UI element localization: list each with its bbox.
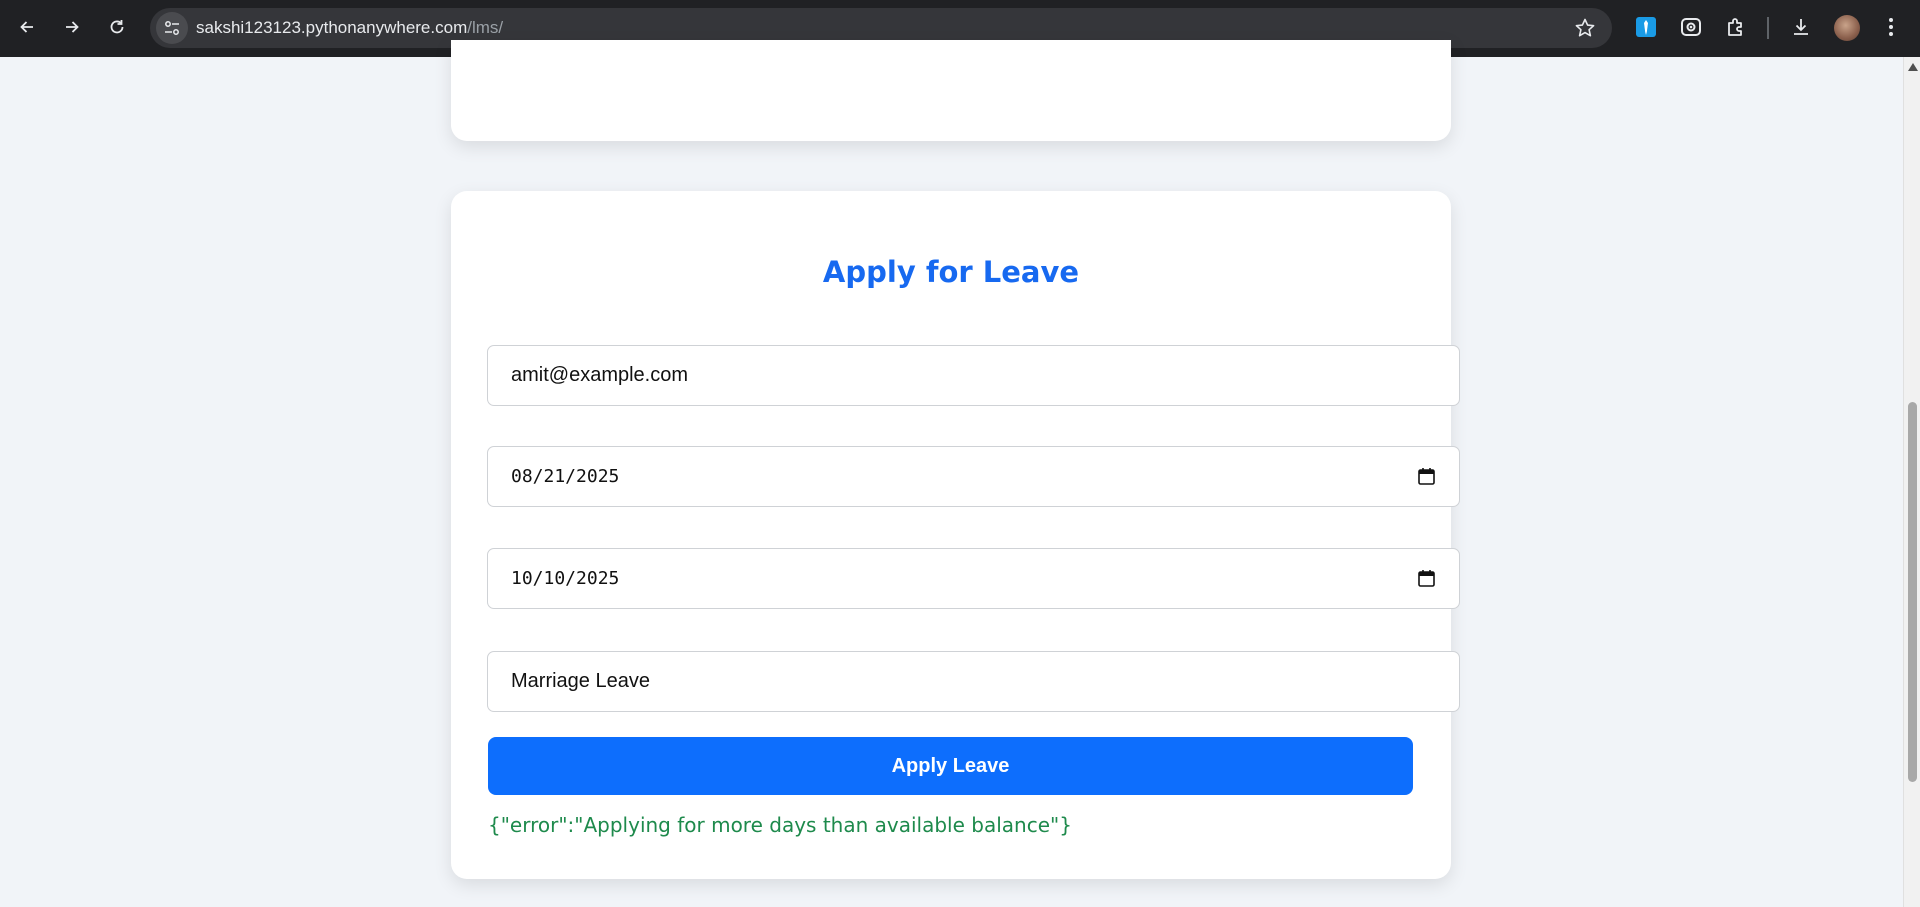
extension-screen-capture-icon[interactable] [1678, 14, 1704, 40]
reason-field[interactable]: Marriage Leave [487, 651, 1460, 712]
back-button[interactable] [9, 9, 45, 45]
email-value: amit@example.com [511, 364, 689, 386]
url-text: sakshi123123.pythonanywhere.com/lms/ [196, 18, 503, 38]
previous-card [451, 40, 1451, 141]
start-date-value: 08/21/2025 [511, 466, 620, 487]
calendar-icon[interactable] [1417, 467, 1436, 486]
downloads-icon[interactable] [1788, 14, 1814, 40]
url-path: /lms/ [467, 18, 504, 37]
forward-button[interactable] [54, 9, 90, 45]
reason-value: Marriage Leave [511, 670, 650, 692]
arrow-right-icon [66, 21, 79, 33]
reload-icon [110, 20, 124, 34]
extension-tie-icon[interactable] [1633, 14, 1659, 40]
extensions-puzzle-icon[interactable] [1723, 14, 1749, 40]
apply-leave-button[interactable]: Apply Leave [488, 737, 1413, 795]
scrollbar-thumb[interactable] [1908, 402, 1917, 782]
profile-avatar[interactable] [1834, 15, 1860, 41]
apply-leave-card: Apply for Leave amit@example.com 08/21/2… [451, 191, 1460, 879]
more-menu-icon[interactable] [1878, 14, 1904, 40]
email-field[interactable]: amit@example.com [487, 345, 1460, 406]
arrow-left-icon [20, 21, 33, 33]
end-date-value: 10/10/2025 [511, 568, 620, 589]
tune-icon [165, 21, 179, 35]
url-host: sakshi123123.pythonanywhere.com [196, 18, 468, 37]
calendar-icon[interactable] [1417, 569, 1436, 588]
scroll-up-arrow-icon[interactable] [1908, 63, 1918, 71]
toolbar-divider [1767, 17, 1769, 39]
start-date-field[interactable]: 08/21/2025 [487, 446, 1460, 507]
page-scrollbar[interactable] [1903, 57, 1920, 907]
bookmark-star-icon[interactable] [1574, 17, 1596, 39]
reload-button[interactable] [99, 9, 135, 45]
form-title: Apply for Leave [822, 255, 1080, 289]
site-info-button[interactable] [156, 12, 188, 44]
response-message: {"error":"Applying for more days than av… [488, 813, 1072, 837]
end-date-field[interactable]: 10/10/2025 [487, 548, 1460, 609]
